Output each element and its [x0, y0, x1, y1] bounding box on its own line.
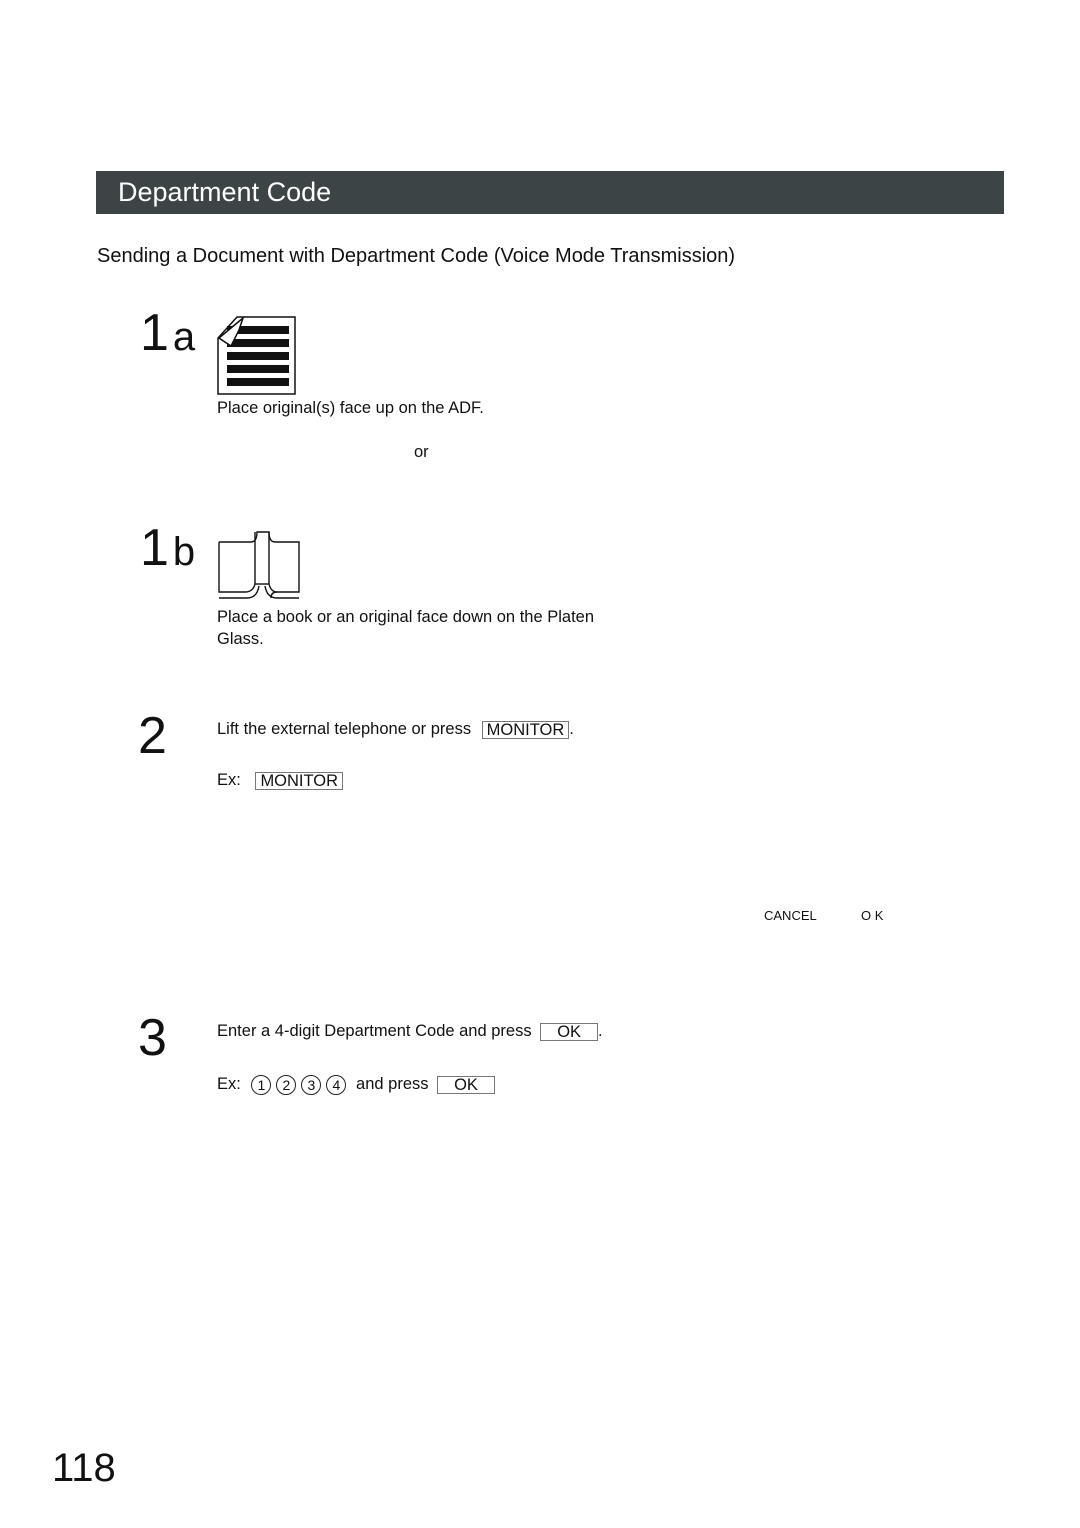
section-title: Department Code	[118, 177, 332, 207]
step-number: 1	[140, 519, 169, 577]
step-1a-text: Place original(s) face up on the ADF.	[217, 399, 484, 417]
display-ok-label: O K	[861, 908, 884, 923]
step-3-example: Ex: 1234 and press OK	[217, 1073, 495, 1095]
step-suffix: b	[172, 530, 196, 574]
ok-key[interactable]: OK	[540, 1022, 599, 1041]
step-suffix: a	[172, 315, 196, 359]
period: .	[598, 1022, 603, 1040]
adf-document-icon	[217, 316, 296, 395]
or-label: or	[414, 443, 429, 461]
step-2-instruction: Lift the external telephone or press MON…	[217, 718, 574, 740]
step-2-text: Lift the external telephone or press	[217, 720, 472, 738]
open-book-icon	[218, 531, 300, 599]
page-number: 118	[52, 1446, 116, 1490]
section-header-bar: Department Code	[96, 171, 1004, 214]
step-1b-number: 1b	[140, 520, 195, 580]
step-1b-text-line2: Glass.	[217, 630, 264, 648]
display-cancel-label: CANCEL	[764, 908, 817, 923]
step-2-number: 2	[138, 707, 167, 765]
step-3-instruction: Enter a 4-digit Department Code and pres…	[217, 1020, 603, 1042]
digit-key-2[interactable]: 2	[276, 1074, 297, 1095]
step-1b-text-line1: Place a book or an original face down on…	[217, 608, 595, 626]
example-prefix: Ex:	[217, 771, 241, 789]
step-1a-number: 1a	[140, 305, 195, 365]
step-2-example: Ex: MONITOR	[217, 769, 344, 791]
step-3-text: Enter a 4-digit Department Code and pres…	[217, 1022, 532, 1040]
example-prefix: Ex:	[217, 1075, 241, 1093]
digit-key-1[interactable]: 1	[251, 1074, 272, 1095]
page-subtitle: Sending a Document with Department Code …	[97, 245, 736, 267]
digit-key-4[interactable]: 4	[326, 1074, 347, 1095]
example-mid-text: and press	[356, 1075, 429, 1093]
monitor-key-example[interactable]: MONITOR	[255, 771, 344, 790]
step-number: 1	[140, 304, 169, 362]
ok-key-example[interactable]: OK	[437, 1075, 495, 1094]
monitor-key[interactable]: MONITOR	[481, 720, 570, 739]
step-3-number: 3	[138, 1009, 167, 1067]
period: .	[569, 720, 574, 738]
digit-key-3[interactable]: 3	[301, 1074, 322, 1095]
